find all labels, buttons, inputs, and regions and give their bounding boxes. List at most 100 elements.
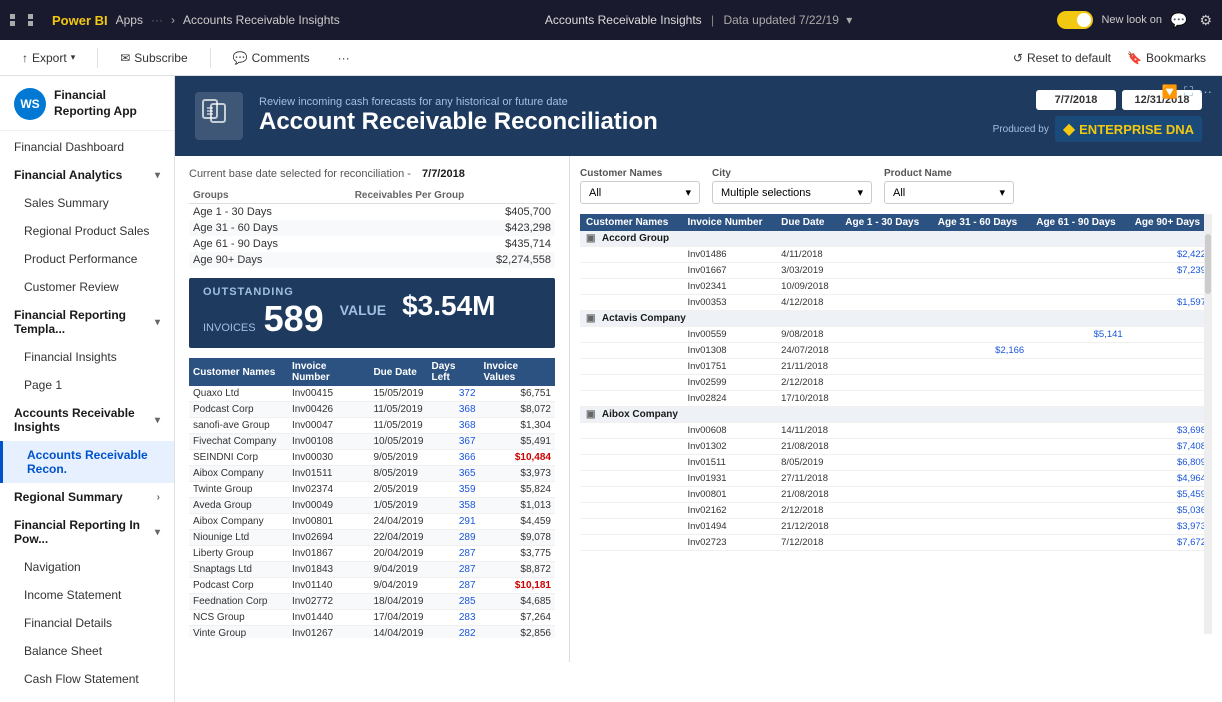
list-item: Inv02341 10/09/2018	[580, 279, 1212, 295]
sidebar-item-regional-summary[interactable]: Regional Summary ›	[0, 483, 174, 511]
chevron-down-icon: ▾	[155, 527, 160, 538]
bookmarks-button[interactable]: 🔖 Bookmarks	[1127, 51, 1206, 65]
filter-customer-label: Customer Names	[580, 168, 700, 179]
produced-by: Produced by ◆ ENTERPRISE DNA	[993, 116, 1202, 142]
dropdown-chevron-icon: ▾	[857, 186, 863, 199]
sidebar-item-customer-review[interactable]: Customer Review	[0, 273, 174, 301]
sidebar-item-product-performance[interactable]: Product Performance	[0, 245, 174, 273]
sidebar-item-sales-summary[interactable]: Sales Summary	[0, 189, 174, 217]
sidebar-item-page-1[interactable]: Page 1	[0, 371, 174, 399]
enterprise-dna-label: ENTERPRISE DNA	[1079, 122, 1194, 137]
new-look-toggle[interactable]	[1057, 11, 1093, 29]
rt-col-a4: Age 90+ Days	[1129, 214, 1212, 231]
report-header-text: Review incoming cash forecasts for any h…	[259, 96, 977, 136]
subscribe-button[interactable]: ✉ Subscribe	[114, 47, 193, 69]
sidebar-item-financial-details[interactable]: Financial Details	[0, 609, 174, 637]
sidebar-item-label: Regional Product Sales	[24, 224, 149, 238]
filter-product-group: Product Name All ▾	[884, 168, 1014, 204]
sidebar-item-label: Financial Dashboard	[14, 140, 124, 154]
sidebar-item-financial-insights[interactable]: Financial Insights	[0, 343, 174, 371]
filter-icon[interactable]: 🔽	[1162, 84, 1178, 100]
chevron-down-icon: ▾	[155, 317, 160, 328]
outstanding-block: OUTSTANDING INVOICES 589 VALUE $3.54M	[189, 278, 555, 348]
sidebar-item-label: Income Statement	[24, 588, 121, 602]
comment-icon: 💬	[233, 51, 248, 65]
apps-link[interactable]: Apps	[116, 13, 143, 27]
list-item: Inv01217 10/11/2018 $3,888	[580, 551, 1212, 555]
sidebar-item-label: Financial Insights	[24, 350, 117, 364]
report-title: Account Receivable Reconciliation	[259, 108, 977, 136]
summary-table: Groups Receivables Per Group Age 1 - 30 …	[189, 188, 555, 268]
table-row: Age 31 - 60 Days$423,298	[189, 220, 555, 236]
sidebar-item-label: Financial Details	[24, 616, 112, 630]
table-row[interactable]: ▣ Accord Group	[580, 231, 1212, 247]
report-frame: Review incoming cash forecasts for any h…	[175, 76, 1222, 702]
reconcile-label: Current base date selected for reconcili…	[189, 168, 555, 180]
sidebar-item-accounts-receivable-recon[interactable]: Accounts Receivable Recon.	[0, 441, 174, 483]
list-item: Podcast Corp Inv00426 11/05/2019 368 $8,…	[189, 402, 555, 418]
value-label: VALUE	[340, 302, 386, 318]
sidebar-item-income-statement[interactable]: Income Statement	[0, 581, 174, 609]
invoices-label: INVOICES	[203, 322, 256, 334]
sidebar-item-cash-flow-statement[interactable]: Cash Flow Statement	[0, 665, 174, 693]
report-subtitle: Review incoming cash forecasts for any h…	[259, 96, 977, 108]
filter-city-label: City	[712, 168, 872, 179]
sidebar-item-regional-product-sales[interactable]: Regional Product Sales	[0, 217, 174, 245]
toolbar-right: ↺ Reset to default 🔖 Bookmarks	[1013, 51, 1206, 65]
sidebar-item-navigation[interactable]: Navigation	[0, 553, 174, 581]
sidebar-item-label: Accounts Receivable Recon.	[27, 448, 160, 476]
export-button[interactable]: ↑ Export ▾	[16, 47, 81, 69]
list-item: Inv01511 8/05/2019 $6,809	[580, 455, 1212, 471]
list-item: Inv01667 3/03/2019 $7,239	[580, 263, 1212, 279]
right-table-container: Customer Names Invoice Number Due Date A…	[580, 214, 1212, 634]
new-look-label: New look on	[1101, 14, 1162, 26]
reset-icon: ↺	[1013, 51, 1023, 65]
scrollbar[interactable]	[1204, 214, 1212, 634]
sidebar-item-label: Financial Reporting In Pow...	[14, 518, 155, 546]
list-item: Aibox Company Inv01511 8/05/2019 365 $3,…	[189, 466, 555, 482]
expand-icon: ▣	[586, 313, 595, 324]
date-start-input[interactable]	[1036, 90, 1116, 110]
list-item: Inv01308 24/07/2018 $2,166	[580, 343, 1212, 359]
sidebar: WS Financial Reporting App Financial Das…	[0, 76, 175, 702]
sidebar-item-financial-analytics[interactable]: Financial Analytics ▾	[0, 161, 174, 189]
rt-col-a3: Age 61 - 90 Days	[1030, 214, 1128, 231]
filter-city-select[interactable]: Multiple selections ▾	[712, 181, 872, 204]
more-button[interactable]: ···	[332, 47, 356, 69]
content-area: Review incoming cash forecasts for any h…	[175, 76, 1222, 702]
sidebar-item-financial-reporting-templates[interactable]: Financial Reporting Templa... ▾	[0, 301, 174, 343]
settings-icon[interactable]: ⚙	[1199, 12, 1212, 29]
list-item: Inv00608 14/11/2018 $3,698	[580, 423, 1212, 439]
rt-col-due: Due Date	[775, 214, 839, 231]
filter-product-select[interactable]: All ▾	[884, 181, 1014, 204]
sidebar-item-accounts-receivable-insights[interactable]: Accounts Receivable Insights ▾	[0, 399, 174, 441]
rt-col-a1: Age 1 - 30 Days	[839, 214, 932, 231]
app-grid-icon[interactable]	[10, 14, 44, 26]
sidebar-item-label: Sales Summary	[24, 196, 109, 210]
detail-col-name: Customer Names	[189, 358, 288, 386]
table-row[interactable]: ▣ Aibox Company	[580, 407, 1212, 423]
filter-customer-select[interactable]: All ▾	[580, 181, 700, 204]
list-item: Inv02723 7/12/2018 $7,672	[580, 535, 1212, 551]
sidebar-item-label: Customer Review	[24, 280, 119, 294]
sidebar-item-aged-trial-balance[interactable]: Aged Trial Balance	[0, 693, 174, 702]
reset-button[interactable]: ↺ Reset to default	[1013, 51, 1111, 65]
chat-icon[interactable]: 💬	[1170, 12, 1187, 29]
expand-icon[interactable]: ⛶	[1184, 84, 1193, 100]
list-item: Liberty Group Inv01867 20/04/2019 287 $3…	[189, 546, 555, 562]
toolbar: ↑ Export ▾ ✉ Subscribe 💬 Comments ··· ↺ …	[0, 40, 1222, 76]
sidebar-item-financial-reporting-in-pow[interactable]: Financial Reporting In Pow... ▾	[0, 511, 174, 553]
list-item: Inv01494 21/12/2018 $3,973	[580, 519, 1212, 535]
sidebar-item-financial-dashboard[interactable]: Financial Dashboard	[0, 133, 174, 161]
sidebar-item-balance-sheet[interactable]: Balance Sheet	[0, 637, 174, 665]
filter-city-group: City Multiple selections ▾	[712, 168, 872, 204]
comments-button[interactable]: 💬 Comments	[227, 47, 316, 69]
summary-col-groups: Groups	[189, 188, 351, 204]
top-bar-center-title: Accounts Receivable Insights | Data upda…	[348, 13, 1050, 27]
breadcrumb-nav[interactable]: Accounts Receivable Insights	[183, 13, 340, 27]
main-layout: WS Financial Reporting App Financial Das…	[0, 76, 1222, 702]
more-options-icon[interactable]: ···	[1199, 84, 1212, 100]
right-panel: Customer Names All ▾ City Multiple selec…	[570, 156, 1222, 662]
sidebar-item-label: Page 1	[24, 378, 62, 392]
table-row[interactable]: ▣ Actavis Company	[580, 311, 1212, 327]
